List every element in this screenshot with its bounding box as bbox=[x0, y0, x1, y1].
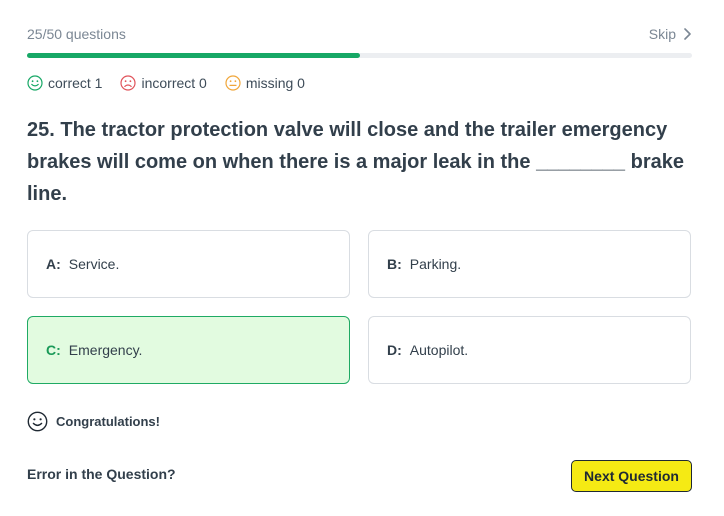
stat-missing: missing 0 bbox=[225, 75, 305, 91]
frown-icon bbox=[120, 75, 137, 91]
option-d[interactable]: D: Autopilot. bbox=[368, 316, 691, 384]
smile-icon bbox=[27, 411, 48, 432]
stat-correct: correct 1 bbox=[27, 75, 102, 91]
question-text: 25. The tractor protection valve will cl… bbox=[27, 119, 684, 205]
top-bar: 25/50 questions Skip bbox=[27, 24, 692, 44]
report-error-link[interactable]: Error in the Question? bbox=[27, 466, 176, 482]
smile-icon bbox=[27, 75, 43, 91]
stat-incorrect: incorrect 0 bbox=[120, 75, 207, 91]
option-text: Parking. bbox=[409, 256, 462, 272]
option-text: Autopilot. bbox=[409, 342, 469, 358]
result-message: Congratulations! bbox=[27, 411, 160, 432]
option-b[interactable]: B: Parking. bbox=[368, 230, 691, 298]
option-letter: C: bbox=[46, 342, 61, 358]
option-a[interactable]: A: Service. bbox=[27, 230, 350, 298]
option-letter: D: bbox=[387, 342, 402, 358]
option-letter: A: bbox=[46, 256, 61, 272]
stat-correct-label: correct 1 bbox=[48, 75, 103, 91]
stat-missing-label: missing 0 bbox=[245, 75, 305, 91]
option-letter: B: bbox=[387, 256, 402, 272]
skip-label: Skip bbox=[648, 26, 676, 42]
option-text: Emergency. bbox=[68, 342, 143, 358]
neutral-face-icon bbox=[225, 75, 241, 91]
answer-options: A: Service. B: Parking. C: Emergency. D:… bbox=[27, 230, 691, 384]
next-question-button[interactable]: Next Question bbox=[571, 460, 692, 492]
progress-bar bbox=[27, 53, 692, 58]
stat-incorrect-label: incorrect 0 bbox=[141, 75, 207, 91]
score-stats: correct 1 incorrect 0 missing 0 bbox=[27, 74, 305, 92]
progress-fill bbox=[27, 53, 360, 58]
skip-button[interactable]: Skip bbox=[649, 26, 692, 42]
chevron-right-icon bbox=[684, 28, 691, 40]
option-text: Service. bbox=[68, 256, 120, 272]
option-c[interactable]: C: Emergency. bbox=[27, 316, 350, 384]
result-text: Congratulations! bbox=[56, 414, 160, 429]
progress-label: 25/50 questions bbox=[27, 26, 126, 42]
